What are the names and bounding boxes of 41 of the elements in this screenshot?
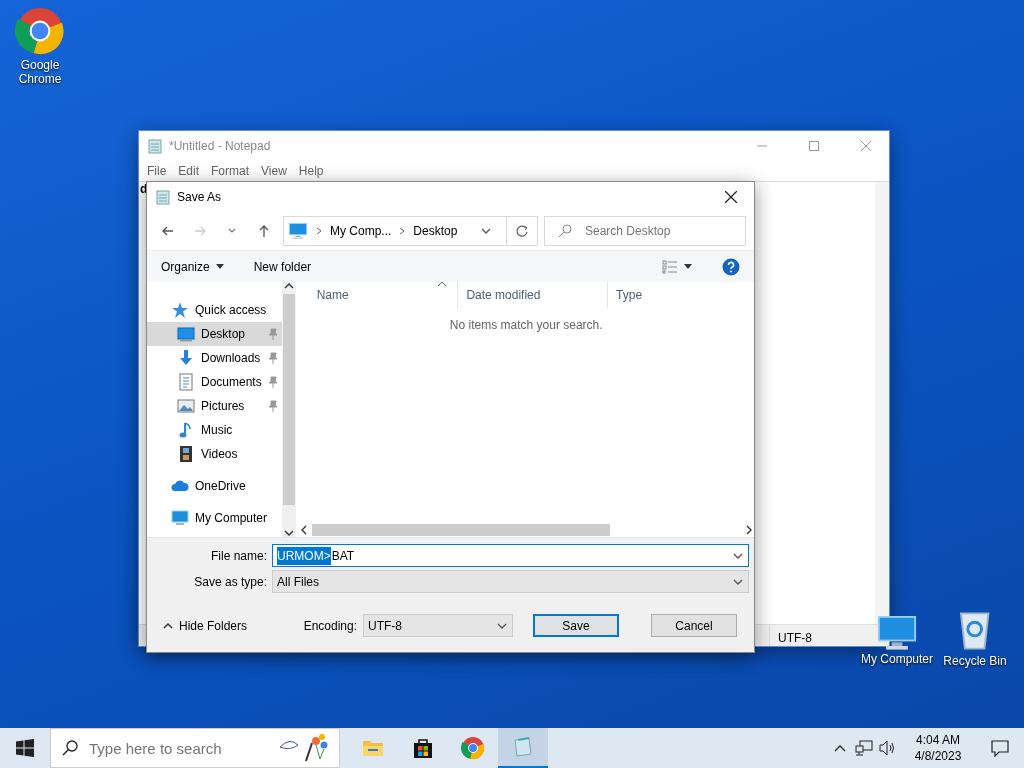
menu-item[interactable]: View [255, 162, 293, 180]
taskbar-search-field[interactable]: Type here to search [50, 728, 340, 768]
nav-item[interactable]: Music [147, 418, 282, 442]
menu-item[interactable]: Format [205, 162, 256, 180]
selected-text: URMOM> [277, 546, 331, 565]
field-label: File name: [209, 547, 267, 565]
nav-item[interactable]: My Computer [147, 506, 282, 530]
menu-item[interactable]: Edit [172, 162, 206, 180]
hide-folders-button[interactable]: Hide Folders [157, 614, 254, 637]
nav-item[interactable]: Desktop [147, 322, 282, 346]
cancel-button[interactable]: Cancel [651, 614, 737, 637]
menu-item[interactable]: File [141, 162, 173, 180]
nav-item[interactable]: OneDrive [147, 474, 282, 498]
clock[interactable]: 4:04 AM 4/8/2023 [900, 731, 976, 765]
file-name-field[interactable]: URMOM>BAT [272, 544, 749, 567]
dialog-title: Save As [177, 189, 223, 206]
menu-item[interactable]: Help [292, 162, 330, 180]
column-header[interactable]: Type [608, 282, 757, 308]
empty-message: No items match your search. [448, 317, 604, 334]
save-button[interactable]: Save [533, 614, 619, 637]
nav-item[interactable]: Pictures [147, 394, 282, 418]
new-folder-button[interactable]: New folder [247, 255, 318, 278]
organize-button[interactable]: Organize [155, 255, 230, 278]
column-header[interactable]: Date modified [458, 282, 609, 308]
breadcrumb-item[interactable]: Desktop [413, 222, 458, 240]
breadcrumb-item[interactable]: My Comp... [330, 222, 392, 240]
icon-label[interactable]: Recycle Bin [943, 654, 1007, 669]
nav-item[interactable]: Videos [147, 442, 282, 466]
icon-label[interactable]: Google Chrome [15, 58, 65, 87]
column-header[interactable]: Name [295, 282, 459, 308]
nav-item[interactable]: Downloads [147, 346, 282, 370]
field-label: Save as type: [193, 573, 267, 591]
icon-label[interactable]: My Computer [861, 651, 933, 666]
text-content: d [139, 182, 149, 196]
nav-item[interactable]: Quick access [147, 298, 282, 322]
search-field[interactable]: Search Desktop [544, 216, 746, 246]
nav-item[interactable]: Documents [147, 370, 282, 394]
file-type-dropdown[interactable]: All Files [272, 570, 749, 593]
encoding-dropdown[interactable]: UTF-8 [363, 614, 513, 637]
window-title: *Untitled - Notepad [169, 138, 272, 155]
field-label: Encoding: [303, 617, 357, 635]
